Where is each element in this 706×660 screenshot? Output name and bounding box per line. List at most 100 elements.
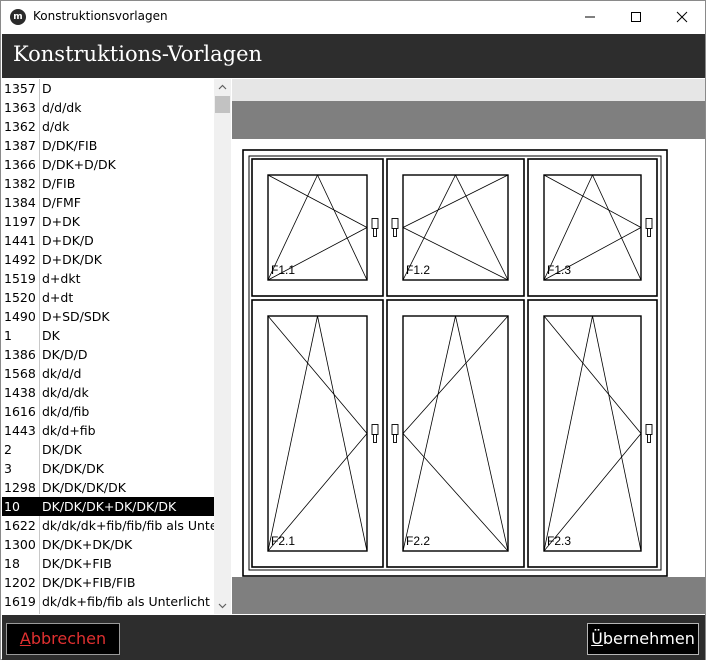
template-id: 1384 xyxy=(4,195,36,210)
template-name: dk/dk+fib/fib als Unterlicht xyxy=(42,594,210,609)
apply-button[interactable]: Übernehmen xyxy=(587,623,699,655)
list-item[interactable]: 1387 D/DK/FIB xyxy=(2,136,215,155)
list-item[interactable]: 1492 D+DK/DK xyxy=(2,250,215,269)
list-item[interactable]: 1300 DK/DK+DK/DK xyxy=(2,535,215,554)
list-item[interactable]: 1362 d/dk xyxy=(2,117,215,136)
list-item[interactable]: 1298 DK/DK/DK/DK xyxy=(2,478,215,497)
template-id: 1197 xyxy=(4,214,36,229)
template-name: d+dt xyxy=(42,290,74,305)
list-item[interactable]: 3 DK/DK/DK xyxy=(2,459,215,478)
template-id: 1386 xyxy=(4,347,36,362)
footer-bar: Abbrechen Übernehmen xyxy=(2,615,705,660)
template-name: dk/d/d xyxy=(42,366,82,381)
chevron-down-icon xyxy=(218,603,227,609)
template-id: 1619 xyxy=(4,594,36,609)
template-name: D/FMF xyxy=(42,195,82,210)
list-item[interactable]: 1490 D+SD/SDK xyxy=(2,307,215,326)
list-item[interactable]: 1366 D/DK+D/DK xyxy=(2,155,215,174)
sash-label: F2.3 xyxy=(547,534,571,548)
list-item[interactable]: 1382 D/FIB xyxy=(2,174,215,193)
handle-icon xyxy=(371,218,379,237)
template-id: 1357 xyxy=(4,81,36,96)
template-id: 1366 xyxy=(4,157,36,172)
template-id: 1443 xyxy=(4,423,36,438)
list-item[interactable]: 1386 DK/D/D xyxy=(2,345,215,364)
list-item[interactable]: 1357 D xyxy=(2,79,215,98)
list-item[interactable]: 1363 d/d/dk xyxy=(2,98,215,117)
template-id: 1382 xyxy=(4,176,36,191)
list-scrollbar[interactable] xyxy=(214,79,231,614)
sash: F1.1 xyxy=(251,158,384,297)
sash: F2.3 xyxy=(527,299,658,568)
list-item[interactable]: 1197 D+DK xyxy=(2,212,215,231)
title-bar[interactable]: m Konstruktionsvorlagen xyxy=(1,1,705,33)
template-name: DK/DK+DK/DK xyxy=(42,537,133,552)
template-name: dk/dk/dk+fib/fib/fib als Unterlicht xyxy=(42,518,215,533)
sash-label: F1.1 xyxy=(271,263,295,277)
handle-icon xyxy=(645,218,653,237)
template-name: D/FIB xyxy=(42,176,76,191)
preview-bottom-bar xyxy=(232,577,705,614)
list-item[interactable]: 1520 d+dt xyxy=(2,288,215,307)
list-item[interactable]: 1622 dk/dk/dk+fib/fib/fib als Unterlicht xyxy=(2,516,215,535)
template-id: 1362 xyxy=(4,119,36,134)
window-drawing: F1.1 F1.2 F1.3 F2.1 F2.2 F2.3 xyxy=(242,149,668,577)
list-item[interactable]: 1443 dk/d+fib xyxy=(2,421,215,440)
minimize-button[interactable] xyxy=(567,1,613,33)
close-icon xyxy=(676,11,688,23)
list-item[interactable]: 1616 dk/d/fib xyxy=(2,402,215,421)
sash-label: F2.1 xyxy=(271,534,295,548)
template-name: DK/DK+FIB/FIB xyxy=(42,575,136,590)
template-id: 1438 xyxy=(4,385,36,400)
close-button[interactable] xyxy=(659,1,705,33)
cancel-button[interactable]: Abbrechen xyxy=(6,623,120,655)
sash: F2.2 xyxy=(386,299,525,568)
list-item[interactable]: 1 DK xyxy=(2,326,215,345)
sash-label: F1.3 xyxy=(547,263,571,277)
template-id: 10 xyxy=(4,499,20,514)
app-icon: m xyxy=(10,9,26,25)
template-id: 1300 xyxy=(4,537,36,552)
preview-panel: F1.1 F1.2 F1.3 F2.1 F2.2 F2.3 xyxy=(232,79,705,614)
scroll-thumb[interactable] xyxy=(215,96,230,113)
template-id: 1 xyxy=(4,328,12,343)
list-item[interactable]: 1619 dk/dk+fib/fib als Unterlicht xyxy=(2,592,215,611)
template-id: 1363 xyxy=(4,100,36,115)
sash-label: F2.2 xyxy=(406,534,430,548)
template-name: D/DK/FIB xyxy=(42,138,98,153)
preview-top-bar xyxy=(232,101,705,139)
template-name: d/dk xyxy=(42,119,70,134)
template-id: 1492 xyxy=(4,252,36,267)
template-name: D+DK/DK xyxy=(42,252,102,267)
template-id: 1568 xyxy=(4,366,36,381)
template-id: 1298 xyxy=(4,480,36,495)
template-id: 1520 xyxy=(4,290,36,305)
scroll-up-button[interactable] xyxy=(214,79,231,96)
handle-icon xyxy=(391,218,399,237)
handle-icon xyxy=(645,424,653,443)
list-item[interactable]: 1568 dk/d/d xyxy=(2,364,215,383)
window-title: Konstruktionsvorlagen xyxy=(33,9,168,23)
list-item[interactable]: 1384 D/FMF xyxy=(2,193,215,212)
list-item[interactable]: 1519 d+dkt xyxy=(2,269,215,288)
list-item[interactable]: 1438 dk/d/dk xyxy=(2,383,215,402)
maximize-button[interactable] xyxy=(613,1,659,33)
list-item[interactable]: 1441 D+DK/D xyxy=(2,231,215,250)
sash: F1.2 xyxy=(386,158,525,297)
handle-icon xyxy=(371,424,379,443)
scroll-down-button[interactable] xyxy=(214,597,231,614)
template-list[interactable]: 1357 D 1363 d/d/dk 1362 d/dk 1387 D/DK/FIB 1366 D… xyxy=(2,79,231,614)
template-name: d/d/dk xyxy=(42,100,82,115)
template-name: DK/DK xyxy=(42,442,82,457)
list-item-selected[interactable]: 10 DK/DK/DK+DK/DK/DK xyxy=(2,497,215,516)
template-name: D+DK/D xyxy=(42,233,94,248)
inner-frame xyxy=(248,155,662,571)
template-name: dk/d+fib xyxy=(42,423,96,438)
list-item[interactable]: 1202 DK/DK+FIB/FIB xyxy=(2,573,215,592)
list-item[interactable]: 2 DK/DK xyxy=(2,440,215,459)
template-name: DK/DK+FIB xyxy=(42,556,112,571)
list-item[interactable]: 18 DK/DK+FIB xyxy=(2,554,215,573)
minimize-icon xyxy=(585,16,595,18)
template-name: D xyxy=(42,81,52,96)
dialog-window: m Konstruktionsvorlagen Konstruktions-Vo… xyxy=(0,0,706,660)
